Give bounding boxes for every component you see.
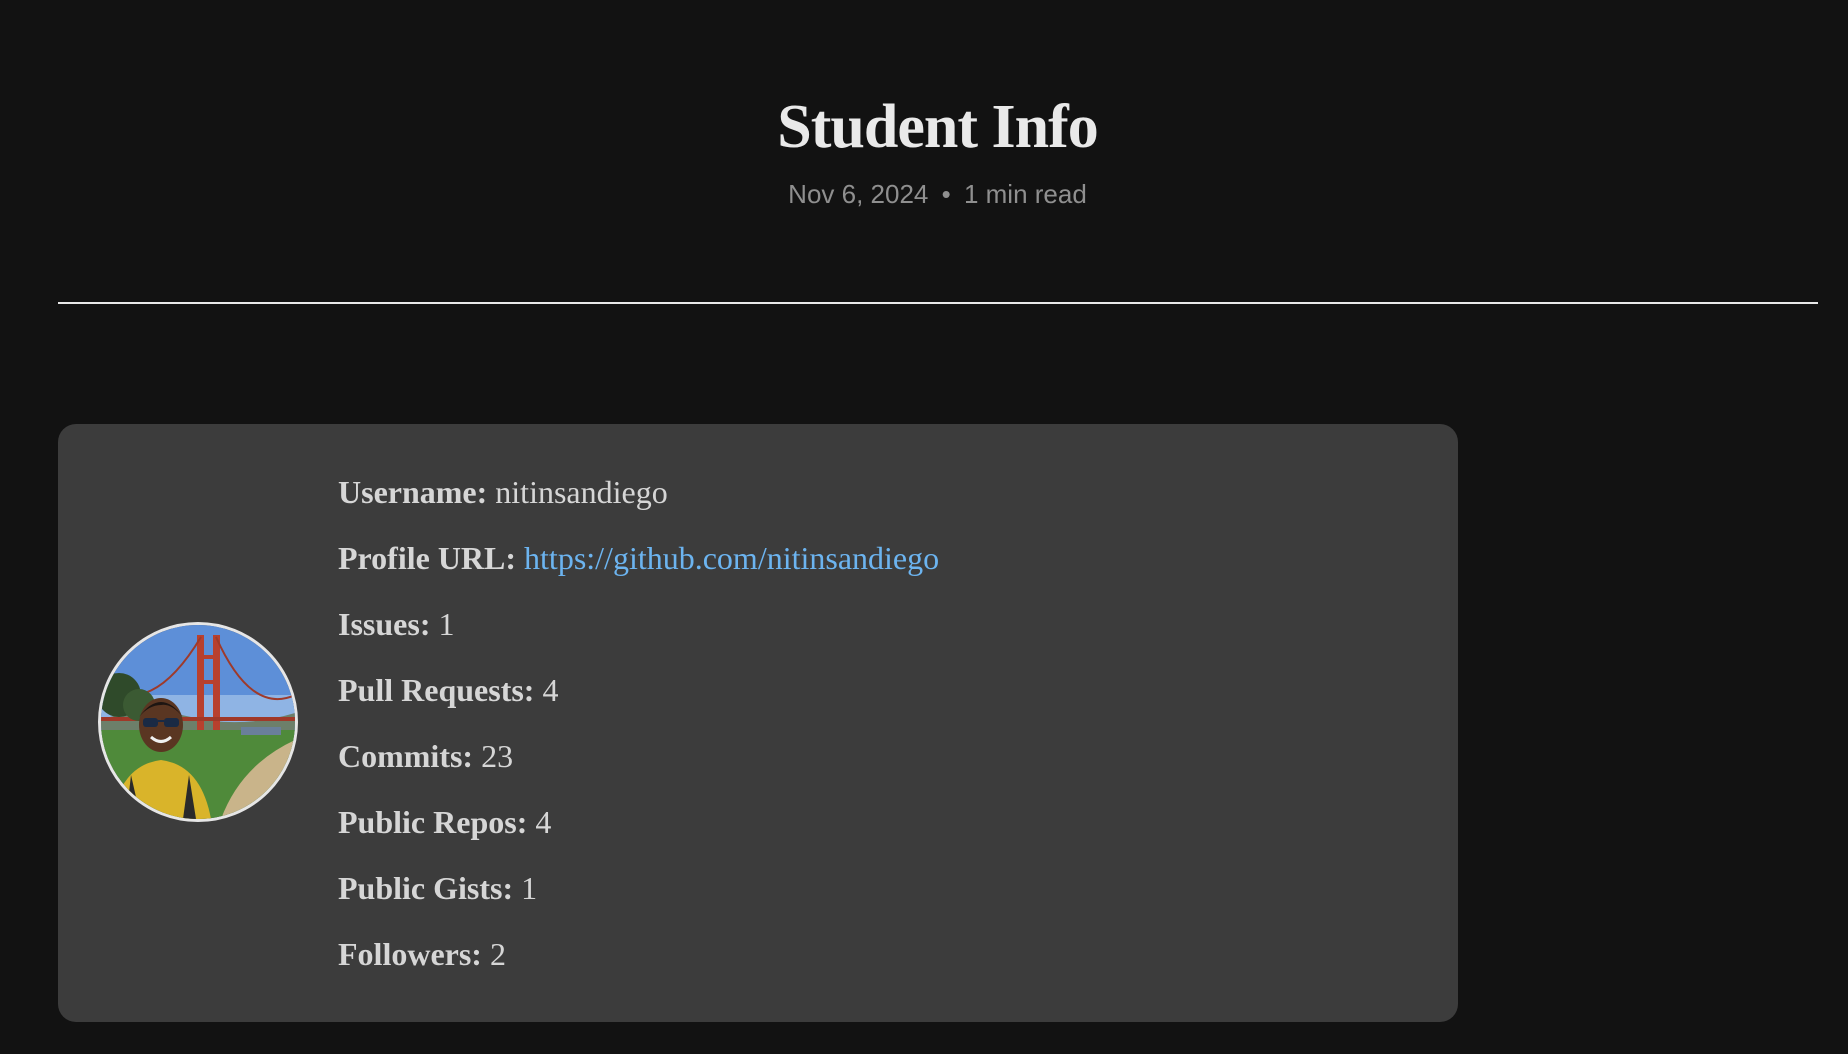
- pull-requests-label: Pull Requests:: [338, 672, 535, 708]
- student-info-list: Username: nitinsandiego Profile URL: https…: [338, 468, 939, 996]
- avatar: [98, 622, 298, 822]
- info-row-issues: Issues: 1: [338, 600, 939, 666]
- username-label: Username:: [338, 474, 488, 510]
- header-divider: [58, 302, 1818, 304]
- info-row-public-repos: Public Repos: 4: [338, 798, 939, 864]
- commits-label: Commits:: [338, 738, 474, 774]
- issues-value: 1: [438, 606, 455, 642]
- issues-label: Issues:: [338, 606, 431, 642]
- info-row-profile-url: Profile URL: https://github.com/nitinsand…: [338, 534, 939, 600]
- public-repos-label: Public Repos:: [338, 804, 528, 840]
- read-time: 1 min read: [963, 179, 1087, 209]
- page-title: Student Info: [777, 93, 1099, 161]
- post-date: Nov 6, 2024: [788, 179, 929, 209]
- public-gists-label: Public Gists:: [338, 870, 514, 906]
- pull-requests-value: 4: [542, 672, 559, 708]
- info-row-pull-requests: Pull Requests: 4: [338, 666, 939, 732]
- public-repos-value: 4: [535, 804, 552, 840]
- profile-url-link[interactable]: https://github.com/nitinsandiego: [524, 540, 939, 576]
- avatar-photo-icon: [101, 625, 295, 819]
- info-row-commits: Commits: 23: [338, 732, 939, 798]
- post-meta: Nov 6, 2024 • 1 min read: [0, 178, 1848, 210]
- meta-separator: •: [941, 179, 951, 209]
- info-row-public-gists: Public Gists: 1: [338, 864, 939, 930]
- followers-label: Followers:: [338, 936, 482, 972]
- public-gists-value: 1: [521, 870, 538, 906]
- followers-value: 2: [489, 936, 506, 972]
- profile-url-label: Profile URL:: [338, 540, 517, 576]
- username-value: nitinsandiego: [495, 474, 668, 510]
- commits-value: 23: [481, 738, 514, 774]
- info-row-followers: Followers: 2: [338, 930, 939, 996]
- info-row-username: Username: nitinsandiego: [338, 468, 939, 534]
